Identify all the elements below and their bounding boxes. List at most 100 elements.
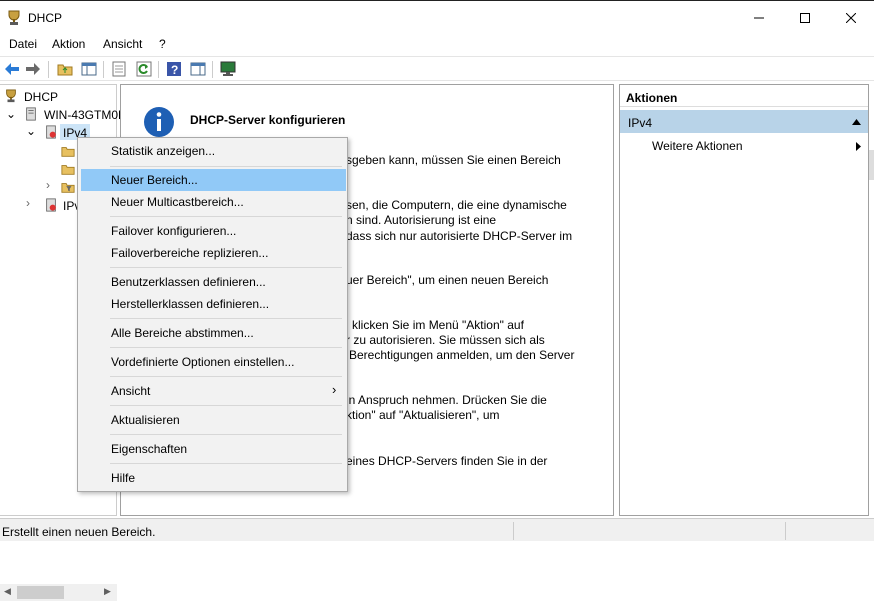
title-bar: DHCP — [0, 0, 874, 33]
monitor-icon[interactable] — [220, 61, 236, 77]
chevron-right-icon[interactable]: › — [26, 196, 30, 210]
main-title: DHCP-Server konfigurieren — [190, 113, 346, 127]
action-pane-icon[interactable] — [190, 61, 206, 77]
actions-section-ipv4[interactable]: IPv4 — [620, 110, 868, 133]
main-text-line: r zu autorisieren. Sie müssen sich als — [346, 333, 545, 347]
status-divider — [513, 522, 514, 540]
menu-separator — [110, 216, 342, 217]
menu-item-label: Ansicht — [111, 384, 151, 398]
scroll-left-icon[interactable]: ◀ — [4, 586, 11, 597]
svg-text:?: ? — [171, 63, 178, 77]
menu-item-properties[interactable]: Eigenschaften — [81, 438, 346, 460]
ipv6-server-icon — [46, 198, 56, 212]
menu-ansicht[interactable]: Ansicht — [103, 37, 142, 51]
main-text-line: in Anspruch nehmen. Drücken Sie die — [346, 393, 547, 407]
menu-item-label: Alle Bereiche abstimmen... — [111, 326, 254, 340]
menu-item-label: Vordefinierte Optionen einstellen... — [111, 355, 295, 369]
menu-item-label: Eigenschaften — [111, 442, 188, 456]
minimize-button[interactable] — [736, 1, 782, 34]
folder-icon[interactable] — [61, 162, 75, 176]
tree-root-dhcp[interactable]: DHCP — [24, 90, 58, 104]
menu-item-label: Failover konfigurieren... — [111, 224, 237, 238]
menu-item-label: Failoverbereiche replizieren... — [111, 246, 269, 260]
menu-item-label: Aktualisieren — [111, 413, 180, 427]
refresh-icon[interactable] — [136, 61, 152, 77]
help-icon[interactable]: ? — [166, 61, 182, 77]
toolbar: ? — [0, 56, 874, 81]
filter-folder-icon[interactable] — [61, 180, 75, 194]
action-more-actions[interactable]: Weitere Aktionen — [652, 139, 743, 153]
menu-item-help[interactable]: Hilfe — [81, 467, 346, 489]
show-hide-tree-icon[interactable] — [81, 61, 97, 77]
scrollbar-thumb[interactable] — [17, 586, 64, 599]
horizontal-scrollbar[interactable]: ◀ ▶ — [0, 584, 117, 601]
menu-item-label: Benutzerklassen definieren... — [111, 275, 266, 289]
actions-header: Aktionen — [620, 85, 868, 107]
menu-item-label: Hilfe — [111, 471, 136, 485]
menu-item-label: Herstellerklassen definieren... — [111, 297, 270, 311]
menu-item-view[interactable]: Ansicht › — [81, 380, 346, 402]
menu-item-vendor-classes[interactable]: Herstellerklassen definieren... — [81, 293, 346, 315]
menu-separator — [110, 267, 342, 268]
main-text-line: ktion" auf "Aktualisieren", um — [346, 408, 500, 422]
main-text-line: n sind. Autorisierung ist eine — [346, 213, 497, 227]
tree-server[interactable]: WIN-43GTM0E — [44, 108, 126, 122]
dhcp-trophy-icon — [6, 89, 16, 103]
folder-icon[interactable] — [61, 144, 75, 158]
properties-icon[interactable] — [111, 61, 127, 77]
menu-separator — [110, 347, 342, 348]
menu-item-replicate-failover[interactable]: Failoverbereiche replizieren... — [81, 242, 346, 264]
toolbar-separator — [103, 61, 104, 78]
actions-section-label: IPv4 — [628, 116, 653, 130]
server-icon — [26, 107, 36, 121]
main-text-line: uer Bereich", um einen neuen Bereich — [346, 273, 549, 287]
menu-separator — [110, 318, 342, 319]
main-text-line: Berechtigungen anmelden, um den Server — [349, 348, 575, 362]
menu-separator — [110, 166, 342, 167]
main-text-line: dass sich nur autorisierte DHCP-Server i… — [346, 229, 573, 243]
chevron-down-icon[interactable]: ⌄ — [26, 124, 36, 138]
menu-item-refresh[interactable]: Aktualisieren — [81, 409, 346, 431]
up-folder-icon[interactable] — [57, 61, 73, 77]
main-text-line: l klicken Sie im Menü "Aktion" auf — [346, 318, 524, 332]
menu-item-new-scope[interactable]: Neuer Bereich... — [81, 169, 346, 191]
submenu-arrow-icon — [856, 142, 861, 151]
toolbar-separator — [48, 61, 49, 78]
main-text-line: sgeben kann, müssen Sie einen Bereich — [346, 153, 561, 167]
menu-aktion[interactable]: Aktion — [52, 37, 85, 51]
minimize-icon — [754, 17, 764, 18]
menu-separator — [110, 376, 342, 377]
context-menu: Statistik anzeigen... Neuer Bereich... N… — [77, 137, 348, 492]
menu-item-configure-failover[interactable]: Failover konfigurieren... — [81, 220, 346, 242]
menu-help[interactable]: ? — [159, 37, 166, 51]
menu-item-user-classes[interactable]: Benutzerklassen definieren... — [81, 271, 346, 293]
menu-item-label: Neuer Bereich... — [111, 173, 198, 187]
menu-bar: Datei Aktion Ansicht ? — [0, 33, 874, 55]
menu-item-reconcile-all[interactable]: Alle Bereiche abstimmen... — [81, 322, 346, 344]
menu-item-new-multicast-scope[interactable]: Neuer Multicastbereich... — [81, 191, 346, 213]
main-text-line: eines DHCP-Servers finden Sie in der — [346, 454, 548, 468]
close-button[interactable] — [828, 1, 874, 34]
vertical-scrollbar-edge[interactable] — [869, 150, 874, 180]
menu-datei[interactable]: Datei — [9, 37, 37, 51]
chevron-right-icon[interactable]: › — [46, 178, 50, 192]
maximize-button[interactable] — [782, 1, 828, 34]
ipv4-server-icon — [46, 125, 56, 139]
status-bar: Erstellt einen neuen Bereich. — [0, 518, 874, 541]
toolbar-separator — [212, 61, 213, 78]
menu-item-label: Statistik anzeigen... — [111, 144, 216, 158]
back-arrow-icon[interactable] — [4, 61, 20, 77]
status-text: Erstellt einen neuen Bereich. — [2, 525, 156, 539]
dhcp-app-icon — [8, 10, 20, 25]
chevron-down-icon[interactable]: ⌄ — [6, 107, 16, 121]
menu-item-statistics[interactable]: Statistik anzeigen... — [81, 140, 346, 162]
window-title: DHCP — [28, 11, 63, 25]
menu-item-predefined-options[interactable]: Vordefinierte Optionen einstellen... — [81, 351, 346, 373]
forward-arrow-icon[interactable] — [25, 61, 41, 77]
status-divider — [785, 522, 786, 540]
actions-pane: Aktionen IPv4 Weitere Aktionen — [619, 84, 869, 516]
info-icon — [144, 107, 174, 137]
menu-separator — [110, 434, 342, 435]
collapse-arrow-icon[interactable] — [852, 119, 861, 125]
scroll-right-icon[interactable]: ▶ — [104, 586, 111, 597]
